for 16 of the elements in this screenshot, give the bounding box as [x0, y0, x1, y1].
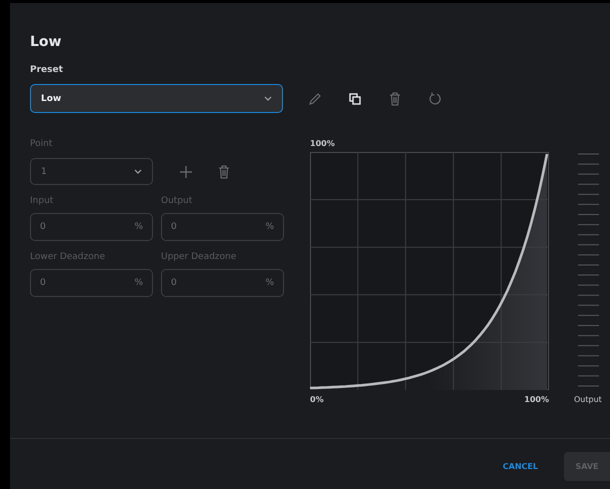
axis-label: 0%	[310, 395, 324, 404]
chevron-down-icon	[134, 169, 142, 174]
field-label: Upper Deadzone	[161, 252, 238, 262]
dialog-title: Low	[30, 34, 62, 50]
preset-dropdown[interactable]: Low	[30, 84, 283, 113]
curve-chart[interactable]	[310, 152, 549, 390]
preset-label: Preset	[30, 65, 64, 75]
point-label: Point	[30, 139, 54, 149]
field-label: Output	[161, 196, 194, 206]
field-label: Lower Deadzone	[30, 252, 106, 262]
cancel-button[interactable]: CANCEL	[492, 452, 548, 481]
axis-label: 100%	[524, 395, 549, 404]
axis-label: 100%	[310, 139, 336, 148]
chevron-down-icon	[264, 96, 272, 101]
field-label: Input	[30, 196, 54, 206]
meter-label: Output	[574, 395, 602, 404]
